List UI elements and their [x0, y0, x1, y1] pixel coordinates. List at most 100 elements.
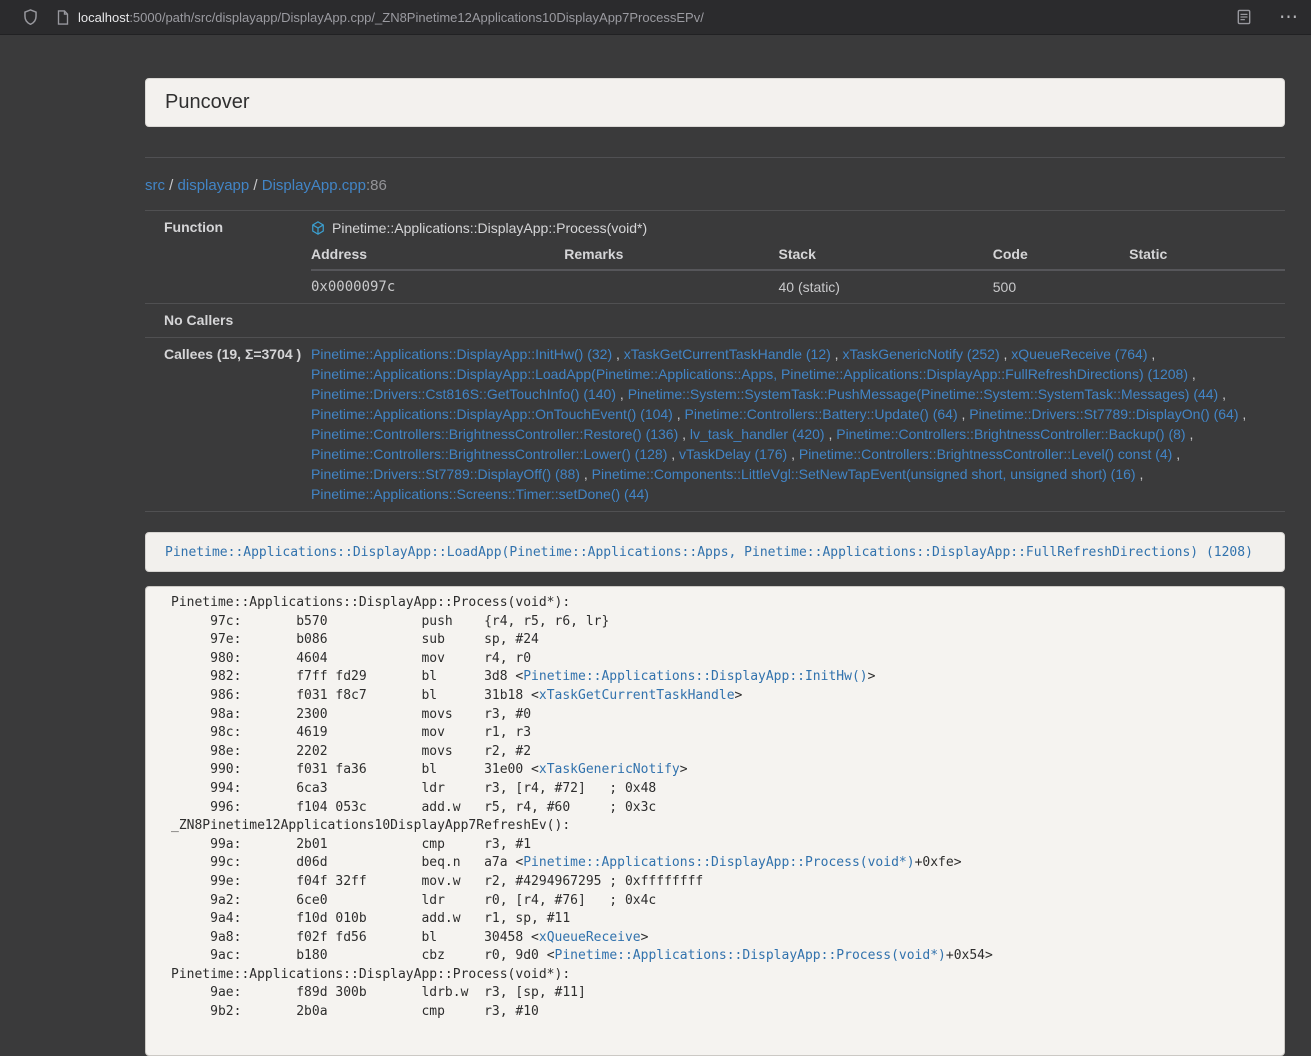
url-host: localhost: [78, 10, 129, 25]
code-line: 9b2: 2b0a cmp r3, #10: [171, 1003, 1270, 1022]
symbol-table: Function Pinetime::Applications::Display…: [145, 210, 1285, 512]
col-code: Code: [993, 239, 1129, 270]
callee-separator: ,: [673, 406, 685, 422]
breadcrumb-separator: /: [249, 177, 262, 194]
breadcrumb-line-number: :86: [366, 177, 387, 194]
code-line: 99a: 2b01 cmp r3, #1: [171, 836, 1270, 855]
callee-separator: ,: [1136, 466, 1144, 482]
symbol-link[interactable]: Pinetime::Applications::DisplayApp::Init…: [523, 669, 867, 684]
callee-separator: ,: [580, 466, 592, 482]
divider: [145, 157, 1285, 158]
breadcrumb: src / displayapp / DisplayApp.cpp:86: [145, 176, 1285, 195]
callee-link[interactable]: Pinetime::Applications::DisplayApp::OnTo…: [311, 406, 673, 422]
code-line: 99e: f04f 32ff mov.w r2, #4294967295 ; 0…: [171, 873, 1270, 892]
callee-separator: ,: [831, 346, 843, 362]
function-title: Pinetime::Applications::DisplayApp::Proc…: [311, 217, 1285, 239]
function-row-label: Function: [145, 211, 291, 303]
function-row-body: Pinetime::Applications::DisplayApp::Proc…: [291, 211, 1285, 303]
menu-dots-icon[interactable]: ⋯: [1279, 8, 1298, 27]
callee-link[interactable]: xTaskGenericNotify (252): [842, 346, 999, 362]
highlighted-callee-link[interactable]: Pinetime::Applications::DisplayApp::Load…: [165, 545, 1253, 560]
symbol-link[interactable]: xQueueReceive: [539, 930, 641, 945]
callee-link[interactable]: Pinetime::Drivers::Cst816S::GetTouchInfo…: [311, 386, 616, 402]
callee-link[interactable]: Pinetime::Controllers::BrightnessControl…: [311, 446, 667, 462]
code-line: Pinetime::Applications::DisplayApp::Proc…: [171, 966, 1270, 985]
callee-separator: ,: [1188, 366, 1196, 382]
callee-link[interactable]: vTaskDelay (176): [679, 446, 787, 462]
callee-link[interactable]: Pinetime::System::SystemTask::PushMessag…: [628, 386, 1219, 402]
symbol-link[interactable]: Pinetime::Applications::DisplayApp::Proc…: [523, 855, 914, 870]
code-line: 98a: 2300 movs r3, #0: [171, 706, 1270, 725]
breadcrumb-link[interactable]: displayapp: [178, 177, 250, 194]
callee-link[interactable]: Pinetime::Controllers::BrightnessControl…: [311, 426, 678, 442]
code-line: 990: f031 fa36 bl 31e00 <xTaskGenericNot…: [171, 761, 1270, 780]
symbol-link[interactable]: xTaskGetCurrentTaskHandle: [539, 688, 735, 703]
url-bar[interactable]: localhost:5000/path/src/displayapp/Displ…: [78, 10, 704, 25]
reader-mode-icon[interactable]: [1237, 9, 1251, 25]
col-static: Static: [1129, 239, 1285, 270]
callees-row: Callees (19, Σ=3704 ) Pinetime::Applicat…: [145, 337, 1285, 512]
callee-link[interactable]: Pinetime::Applications::Screens::Timer::…: [311, 486, 649, 502]
symbol-static: [1129, 270, 1285, 303]
code-line: 986: f031 f8c7 bl 31b18 <xTaskGetCurrent…: [171, 687, 1270, 706]
code-line: 980: 4604 mov r4, r0: [171, 650, 1270, 669]
code-line: 9a8: f02f fd56 bl 30458 <xQueueReceive>: [171, 929, 1270, 948]
function-name: Pinetime::Applications::DisplayApp::Proc…: [332, 220, 647, 236]
symbol-link[interactable]: Pinetime::Applications::DisplayApp::Proc…: [555, 948, 946, 963]
callee-separator: ,: [1147, 346, 1155, 362]
brand-link[interactable]: Puncover: [165, 91, 250, 114]
callee-separator: ,: [1000, 346, 1012, 362]
callee-link[interactable]: Pinetime::Components::LittleVgl::SetNewT…: [592, 466, 1136, 482]
code-line: 97c: b570 push {r4, r5, r6, lr}: [171, 613, 1270, 632]
code-line: 9ac: b180 cbz r0, 9d0 <Pinetime::Applica…: [171, 947, 1270, 966]
symbol-stats-table: Address Remarks Stack Code Static 0x0000…: [311, 239, 1285, 303]
callee-link[interactable]: Pinetime::Applications::DisplayApp::Load…: [311, 366, 1188, 382]
code-line: 996: f104 053c add.w r5, r4, #60 ; 0x3c: [171, 799, 1270, 818]
callee-link[interactable]: xTaskGetCurrentTaskHandle (12): [624, 346, 831, 362]
disassembly-panel: Pinetime::Applications::DisplayApp::Proc…: [145, 586, 1285, 1056]
callee-link[interactable]: Pinetime::Drivers::St7789::DisplayOff() …: [311, 466, 580, 482]
symbol-code: 500: [993, 270, 1129, 303]
callee-link[interactable]: xQueueReceive (764): [1011, 346, 1147, 362]
symbol-remarks: [564, 270, 778, 303]
code-line: 9a2: 6ce0 ldr r0, [r4, #76] ; 0x4c: [171, 892, 1270, 911]
code-line: 97e: b086 sub sp, #24: [171, 631, 1270, 650]
callee-link[interactable]: Pinetime::Applications::DisplayApp::Init…: [311, 346, 612, 362]
code-line: 98c: 4619 mov r1, r3: [171, 724, 1270, 743]
function-row: Function Pinetime::Applications::Display…: [145, 210, 1285, 303]
code-line: Pinetime::Applications::DisplayApp::Proc…: [171, 594, 1270, 613]
symbol-type-icon: [311, 221, 325, 235]
callee-link[interactable]: Pinetime::Drivers::St7789::DisplayOn() (…: [969, 406, 1238, 422]
callee-link[interactable]: lv_task_handler (420): [690, 426, 825, 442]
callee-separator: ,: [616, 386, 628, 402]
breadcrumb-link[interactable]: src: [145, 177, 165, 194]
col-address: Address: [311, 239, 564, 270]
highlighted-callee-panel: Pinetime::Applications::DisplayApp::Load…: [145, 532, 1285, 572]
no-callers-row: No Callers: [145, 303, 1285, 337]
code-line: 994: 6ca3 ldr r3, [r4, #72] ; 0x48: [171, 780, 1270, 799]
code-line: 9a4: f10d 010b add.w r1, sp, #11: [171, 910, 1270, 929]
symbol-address: 0x0000097c: [311, 270, 564, 303]
callee-separator: ,: [1186, 426, 1194, 442]
callee-separator: ,: [787, 446, 799, 462]
callee-link[interactable]: Pinetime::Controllers::BrightnessControl…: [799, 446, 1172, 462]
page-icon[interactable]: [57, 10, 69, 25]
browser-toolbar: localhost:5000/path/src/displayapp/Displ…: [0, 0, 1311, 35]
url-path: :5000/path/src/displayapp/DisplayApp.cpp…: [129, 10, 704, 25]
callee-link[interactable]: Pinetime::Controllers::Battery::Update()…: [685, 406, 958, 422]
code-line: 98e: 2202 movs r2, #2: [171, 743, 1270, 762]
callee-separator: ,: [958, 406, 970, 422]
callees-list: Pinetime::Applications::DisplayApp::Init…: [291, 338, 1285, 511]
breadcrumb-link[interactable]: DisplayApp.cpp: [262, 177, 366, 194]
callee-separator: ,: [1172, 446, 1180, 462]
col-stack: Stack: [779, 239, 993, 270]
code-line: _ZN8Pinetime12Applications10DisplayApp7R…: [171, 817, 1270, 836]
symbol-link[interactable]: xTaskGenericNotify: [539, 762, 680, 777]
callee-link[interactable]: Pinetime::Controllers::BrightnessControl…: [836, 426, 1185, 442]
no-callers-body: [291, 304, 1285, 337]
code-line: 99c: d06d beq.n a7a <Pinetime::Applicati…: [171, 854, 1270, 873]
callee-separator: ,: [1239, 406, 1247, 422]
callee-separator: ,: [825, 426, 837, 442]
shield-icon[interactable]: [23, 9, 38, 25]
breadcrumb-separator: /: [165, 177, 178, 194]
